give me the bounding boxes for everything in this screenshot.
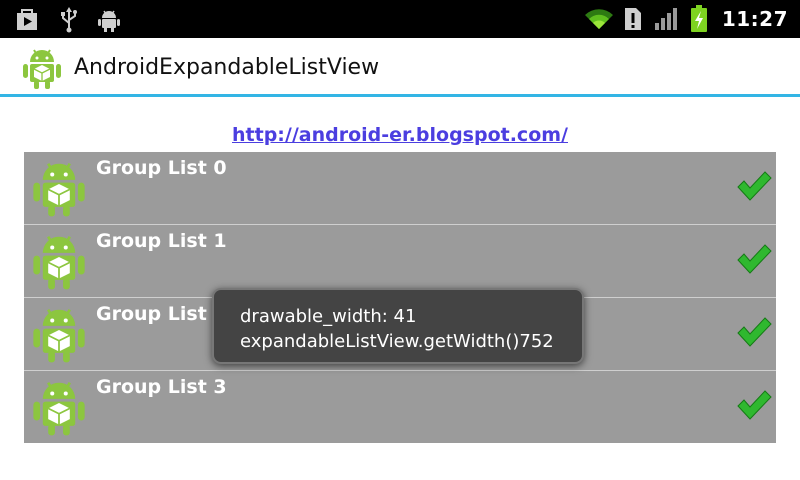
toast-message: drawable_width: 41 expandableListView.ge…: [212, 288, 584, 364]
group-label: Group List 0: [96, 157, 227, 179]
battery-charging-icon: [690, 5, 707, 32]
status-bar: 11:27: [0, 0, 800, 38]
checkmark-icon: [737, 244, 772, 274]
toast-line-list-width: expandableListView.getWidth()752: [240, 331, 554, 352]
checkmark-icon: [737, 390, 772, 420]
group-item[interactable]: Group List 3: [24, 371, 776, 443]
app-title: AndroidExpandableListView: [74, 55, 380, 80]
title-bar-divider: [0, 94, 800, 97]
wifi-icon: [584, 9, 613, 29]
android-icon: [33, 382, 85, 436]
app-launcher-icon[interactable]: [22, 46, 62, 90]
alert-icon: [624, 8, 641, 30]
group-item[interactable]: Group List 0: [24, 152, 776, 225]
group-label: Group List 2: [96, 303, 227, 325]
group-label: Group List 3: [96, 376, 227, 398]
blog-link[interactable]: http://android-er.blogspot.com/: [0, 124, 800, 146]
android-icon: [33, 163, 85, 217]
signal-icon: [654, 8, 677, 30]
usb-icon: [61, 7, 77, 33]
android-icon: [33, 309, 85, 363]
android-icon: [33, 236, 85, 290]
status-clock: 11:27: [721, 7, 788, 31]
group-label: Group List 1: [96, 230, 227, 252]
status-bar-system: 11:27: [584, 0, 800, 38]
play-store-icon: [17, 9, 37, 30]
status-bar-notifications: [14, 7, 120, 33]
checkmark-icon: [737, 317, 772, 347]
android-debug-icon: [98, 10, 120, 32]
toast-line-drawable-width: drawable_width: 41: [240, 306, 417, 327]
checkmark-icon: [737, 171, 772, 201]
app-title-bar: AndroidExpandableListView: [0, 38, 800, 97]
